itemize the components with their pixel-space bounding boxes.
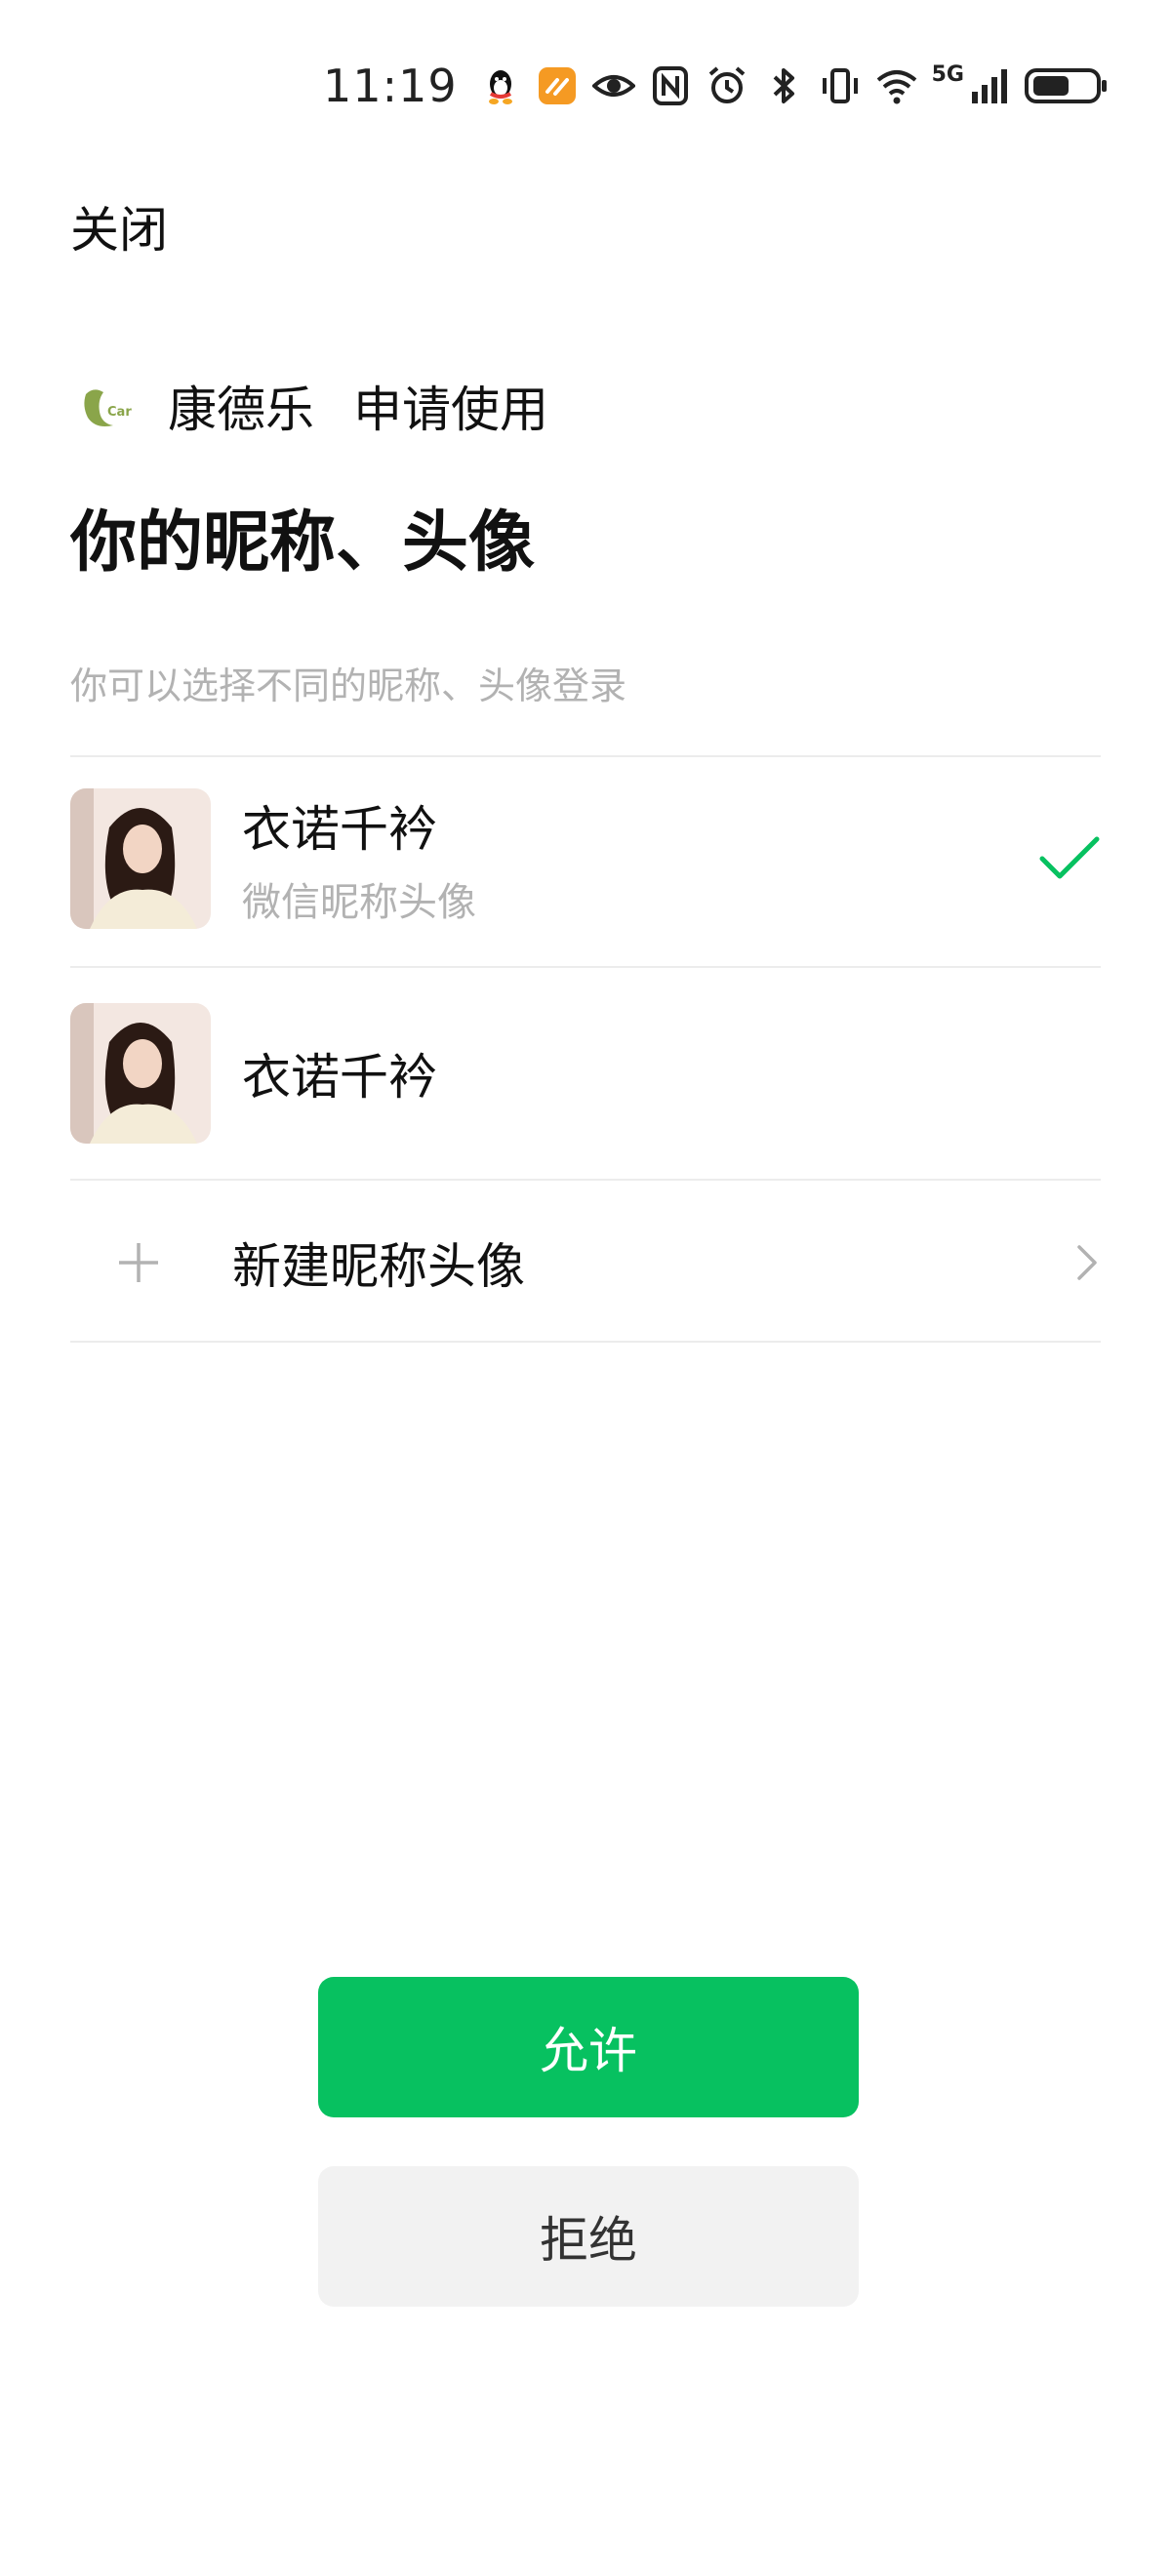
app-logo-icon: Car — [70, 373, 137, 439]
bluetooth-icon — [762, 64, 805, 107]
request-action-label: 申请使用 — [353, 382, 548, 438]
battery-icon — [1025, 64, 1109, 107]
profile-text: 衣诺千衿 微信昵称头像 — [242, 790, 476, 927]
page-title: 你的昵称、头像 — [70, 504, 536, 582]
network-type-label: 5G — [931, 61, 964, 87]
app-name: 康德乐 — [168, 382, 314, 438]
avatar — [70, 788, 211, 929]
status-bar: 11:19 5G — [0, 55, 1109, 117]
svg-text:Car: Car — [107, 405, 132, 420]
profile-text: 衣诺千衿 — [242, 1038, 437, 1108]
signal-icon — [968, 64, 1011, 107]
authorization-page: 11:19 5G 关闭 Car 康德乐 申请使用 你的昵称、头像 你可以选择不同… — [0, 0, 1171, 2576]
avatar — [70, 1003, 211, 1144]
check-icon — [1038, 835, 1101, 882]
plus-icon — [113, 1237, 164, 1288]
alarm-icon — [706, 64, 748, 107]
close-button[interactable]: 关闭 — [70, 191, 168, 262]
profile-option-wechat[interactable]: 衣诺千衿 微信昵称头像 — [70, 788, 1101, 929]
divider — [70, 1179, 1101, 1181]
status-time: 11:19 — [323, 60, 458, 112]
eye-icon — [591, 64, 635, 107]
page-hint: 你可以选择不同的昵称、头像登录 — [70, 664, 627, 707]
profile-name: 衣诺千衿 — [242, 801, 437, 858]
profile-name: 衣诺千衿 — [242, 1049, 437, 1106]
nfc-icon — [649, 64, 692, 107]
reject-button[interactable]: 拒绝 — [318, 2166, 859, 2307]
app-request-line: Car 康德乐 申请使用 — [70, 371, 548, 441]
profile-subtitle: 微信昵称头像 — [242, 880, 476, 925]
allow-button[interactable]: 允许 — [318, 1977, 859, 2117]
divider — [70, 1341, 1101, 1343]
wifi-icon — [875, 64, 918, 107]
divider — [70, 755, 1101, 757]
chevron-right-icon — [1073, 1241, 1101, 1284]
qq-icon — [479, 64, 522, 107]
new-profile-button[interactable]: 新建昵称头像 — [70, 1183, 1101, 1343]
vibrate-icon — [819, 64, 862, 107]
new-profile-label: 新建昵称头像 — [232, 1238, 525, 1295]
app-notification-icon — [536, 64, 579, 107]
profile-option-custom[interactable]: 衣诺千衿 — [70, 1003, 1101, 1144]
divider — [70, 966, 1101, 968]
